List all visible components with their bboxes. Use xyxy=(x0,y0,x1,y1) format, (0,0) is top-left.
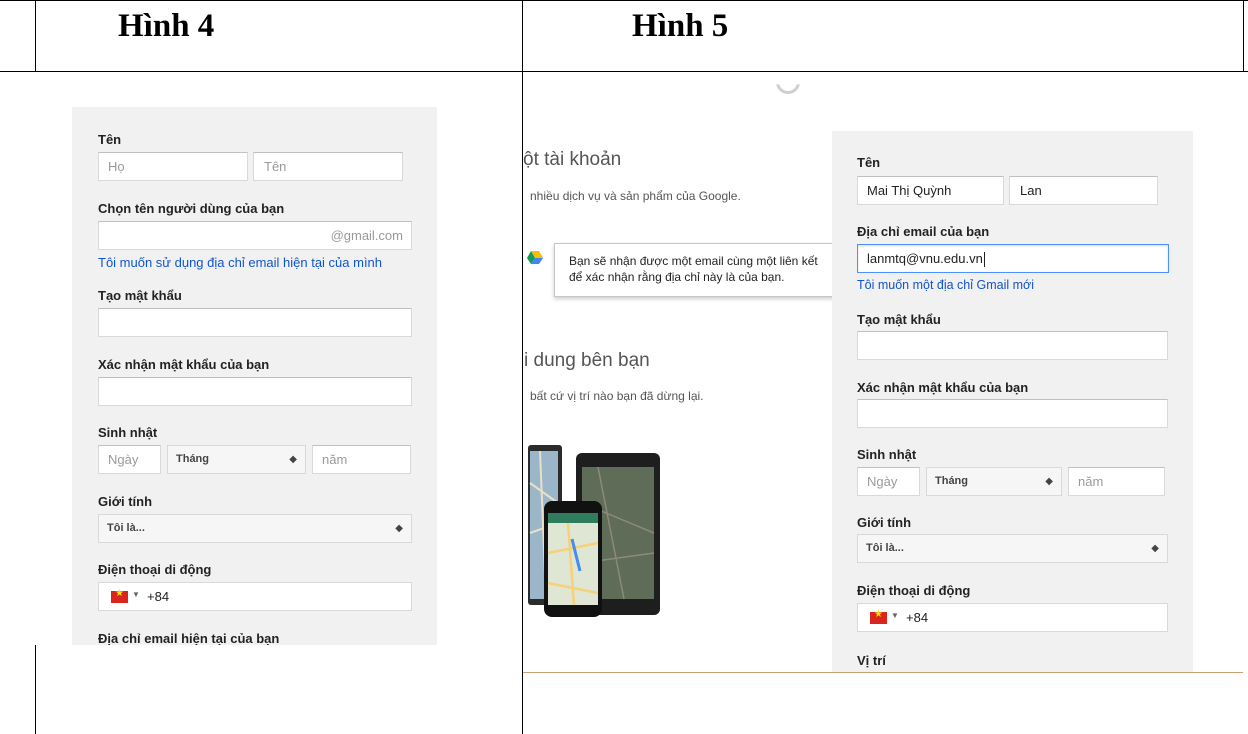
password-input[interactable] xyxy=(98,308,412,337)
chevron-down-icon[interactable]: ▼ xyxy=(891,611,899,620)
month-value: Tháng xyxy=(176,453,209,465)
email-confirmation-tooltip: Bạn sẽ nhận được một email cùng một liên… xyxy=(554,243,844,297)
signup-form-hinh-4: Tên Họ Tên Chọn tên người dùng của bạn @… xyxy=(72,107,437,645)
tooltip-text: Bạn sẽ nhận được một email cùng một liên… xyxy=(569,254,818,284)
devices-maps-illustration xyxy=(528,445,660,617)
chevron-down-icon[interactable]: ▼ xyxy=(132,590,140,599)
gender-select[interactable]: Tôi là... ◆ xyxy=(98,514,412,543)
birthday-day-input[interactable]: Ngày xyxy=(98,445,161,474)
vietnam-flag-icon[interactable] xyxy=(111,588,128,603)
select-arrows-icon: ◆ xyxy=(289,454,297,465)
gender-value: Tôi là... xyxy=(866,542,904,554)
select-arrows-icon: ◆ xyxy=(395,523,403,534)
new-gmail-link[interactable]: Tôi muốn một địa chỉ Gmail mới xyxy=(857,278,1034,292)
birthday-label: Sinh nhật xyxy=(857,447,917,462)
username-label: Chọn tên người dùng của bạn xyxy=(98,201,285,216)
month-value: Tháng xyxy=(935,475,968,487)
gender-label: Giới tính xyxy=(857,515,912,530)
current-email-label: Địa chỉ email hiện tại của bạn xyxy=(98,631,280,645)
heading-hinh-5: Hình 5 xyxy=(632,8,729,44)
signup-form-hinh-5: Tên Mai Thị Quỳnh Lan Địa chỉ email của … xyxy=(832,131,1193,672)
vietnam-flag-icon[interactable] xyxy=(870,609,887,624)
confirm-password-label: Xác nhận mật khẩu của bạn xyxy=(98,357,270,372)
marketing-subtitle-location: bất cứ vị trí nào bạn đã dừng lại. xyxy=(530,389,704,403)
phone-label: Điện thoại di động xyxy=(857,583,971,598)
password-label: Tạo mật khẩu xyxy=(857,312,941,327)
name-label: Tên xyxy=(98,132,122,147)
birthday-year-input[interactable]: năm xyxy=(1068,467,1165,496)
last-name-input[interactable]: Mai Thị Quỳnh xyxy=(857,176,1004,205)
username-input[interactable]: @gmail.com xyxy=(98,221,412,250)
table-border-left xyxy=(35,0,36,72)
gender-value: Tôi là... xyxy=(107,522,145,534)
select-arrows-icon: ◆ xyxy=(1151,543,1159,554)
confirm-password-input[interactable] xyxy=(98,377,412,406)
gender-label: Giới tính xyxy=(98,494,153,509)
text-caret xyxy=(983,252,985,268)
gmail-suffix: @gmail.com xyxy=(330,228,403,243)
heading-hinh-4: Hình 4 xyxy=(118,8,215,44)
phone-label: Điện thoại di động xyxy=(98,562,212,577)
table-border-right xyxy=(1243,0,1244,72)
table-border-left-lower xyxy=(35,645,36,734)
email-input[interactable]: lanmtq@vnu.edu.vn xyxy=(857,244,1169,273)
birthday-month-select[interactable]: Tháng ◆ xyxy=(167,445,306,474)
last-name-input[interactable]: Họ xyxy=(98,152,248,181)
name-label: Tên xyxy=(857,155,881,170)
phone-input[interactable]: ▼ +84 xyxy=(857,603,1168,632)
dial-code: +84 xyxy=(906,610,929,625)
google-drive-icon xyxy=(527,251,543,264)
marketing-subtitle-services: nhiều dịch vụ và sản phẩm của Google. xyxy=(530,189,741,203)
password-label: Tạo mật khẩu xyxy=(98,288,182,303)
select-arrows-icon: ◆ xyxy=(1045,476,1053,487)
dial-code: +84 xyxy=(147,589,170,604)
password-input[interactable] xyxy=(857,331,1168,360)
first-name-input[interactable]: Tên xyxy=(253,152,403,181)
use-current-email-link[interactable]: Tôi muốn sử dụng địa chỉ email hiện tại … xyxy=(98,255,382,270)
birthday-year-input[interactable]: năm xyxy=(312,445,411,474)
birthday-day-input[interactable]: Ngày xyxy=(857,467,920,496)
phone-input[interactable]: ▼ +84 xyxy=(98,582,412,611)
email-value: lanmtq@vnu.edu.vn xyxy=(867,251,983,266)
google-logo-fragment xyxy=(776,84,800,94)
location-label: Vị trí xyxy=(857,653,886,668)
birthday-month-select[interactable]: Tháng ◆ xyxy=(926,467,1062,496)
confirm-password-input[interactable] xyxy=(857,399,1168,428)
table-border-header xyxy=(0,71,1248,72)
bottom-accent-line xyxy=(523,672,1243,673)
first-name-input[interactable]: Lan xyxy=(1009,176,1158,205)
marketing-title-account: ột tài khoản xyxy=(523,149,622,170)
table-border-top xyxy=(0,0,1248,1)
birthday-label: Sinh nhật xyxy=(98,425,158,440)
gender-select[interactable]: Tôi là... ◆ xyxy=(857,534,1168,563)
confirm-password-label: Xác nhận mật khẩu của bạn xyxy=(857,380,1029,395)
marketing-title-content: i dung bên bạn xyxy=(524,350,650,371)
email-label: Địa chỉ email của bạn xyxy=(857,224,990,239)
table-border-middle xyxy=(522,0,523,734)
